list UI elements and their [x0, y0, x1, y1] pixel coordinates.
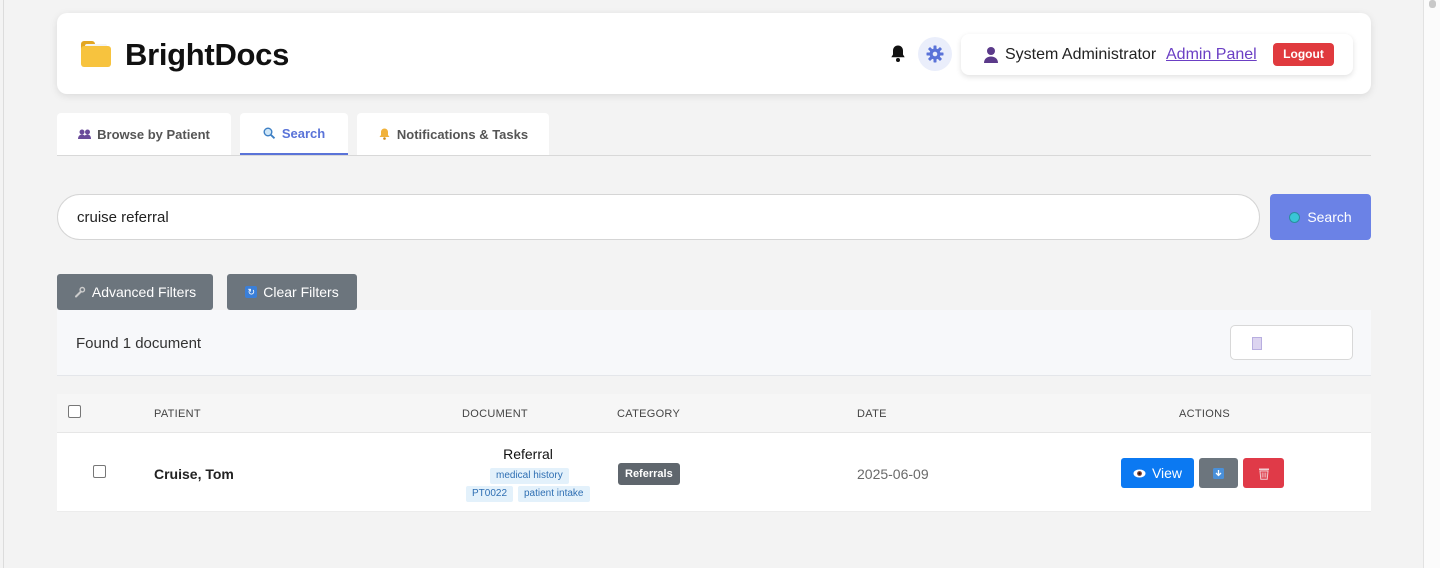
search-button[interactable]: Search [1270, 194, 1371, 240]
app-header: BrightDocs System Administrator Admin Pa… [57, 13, 1371, 94]
tab-browse-by-patient[interactable]: Browse by Patient [57, 113, 231, 155]
column-header-date: DATE [857, 408, 887, 420]
export-button[interactable] [1230, 325, 1353, 360]
tab-label: Browse by Patient [97, 126, 210, 142]
gear-icon [926, 45, 944, 63]
delete-button[interactable] [1243, 458, 1284, 488]
download-button[interactable] [1199, 458, 1238, 488]
refresh-icon: ↻ [245, 286, 258, 298]
column-header-document: DOCUMENT [462, 408, 528, 420]
advanced-filters-button[interactable]: Advanced Filters [57, 274, 213, 310]
trash-icon [1258, 468, 1269, 480]
search-button-label: Search [1307, 209, 1352, 225]
bell-icon[interactable] [889, 44, 907, 63]
category-badge: Referrals [618, 463, 680, 485]
tab-search[interactable]: Search [240, 113, 348, 155]
clear-filters-label: Clear Filters [263, 284, 339, 300]
document-date: 2025-06-09 [857, 466, 929, 482]
vertical-scrollbar[interactable] [1423, 0, 1440, 568]
row-checkbox[interactable] [93, 465, 106, 478]
select-all-checkbox[interactable] [68, 405, 81, 418]
tabs-divider [57, 155, 1371, 156]
eye-icon [1133, 469, 1146, 477]
scrollbar-thumb[interactable] [1429, 0, 1436, 8]
column-header-patient: PATIENT [154, 408, 201, 420]
logout-button[interactable]: Logout [1273, 43, 1334, 66]
bell-icon [379, 128, 390, 140]
people-icon [78, 129, 92, 139]
document-title[interactable]: Referral [462, 446, 594, 462]
document-tag: patient intake [518, 486, 590, 502]
document-tag: medical history [490, 468, 569, 484]
view-button[interactable]: View [1121, 458, 1194, 488]
clear-filters-button[interactable]: ↻ Clear Filters [227, 274, 357, 310]
column-header-actions: ACTIONS [1179, 408, 1230, 420]
results-header: Found 1 document [57, 310, 1371, 376]
brand-title: BrightDocs [125, 37, 290, 72]
tab-label: Notifications & Tasks [396, 126, 529, 142]
search-icon [1289, 211, 1301, 223]
download-icon [1213, 467, 1224, 479]
patient-name[interactable]: Cruise, Tom [154, 466, 234, 482]
user-icon [984, 47, 998, 63]
user-name: System Administrator [1005, 46, 1157, 63]
tab-notifications-tasks[interactable]: Notifications & Tasks [357, 113, 549, 155]
folder-icon [81, 41, 111, 67]
table-header: PATIENT DOCUMENT CATEGORY DATE ACTIONS [57, 394, 1371, 433]
tab-label: Search [281, 125, 326, 141]
table-row: Cruise, Tom Referral medical history PT0… [57, 433, 1371, 512]
settings-button[interactable] [918, 37, 952, 71]
search-input[interactable] [57, 194, 1260, 240]
user-menu: System Administrator Admin Panel Logout [961, 34, 1353, 75]
column-header-category: CATEGORY [617, 408, 681, 420]
admin-panel-link[interactable]: Admin Panel [1166, 46, 1257, 64]
results-summary: Found 1 document [76, 335, 202, 352]
page-left-border [3, 0, 4, 568]
document-icon [1252, 337, 1262, 350]
magnifier-icon [263, 127, 275, 139]
advanced-filters-label: Advanced Filters [91, 284, 197, 300]
wrench-icon [74, 286, 86, 298]
view-button-label: View [1151, 465, 1183, 481]
document-tag: PT0022 [466, 486, 514, 502]
